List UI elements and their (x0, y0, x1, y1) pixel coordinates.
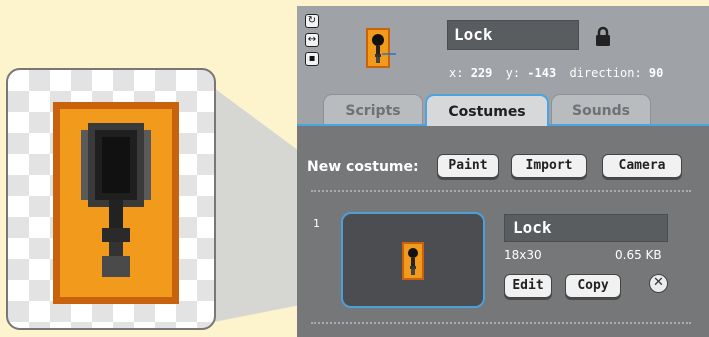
new-costume-label: New costume: (307, 159, 419, 175)
editor-tabs: Scripts Costumes Sounds (297, 94, 709, 126)
y-value: -143 (527, 66, 557, 80)
lock-costume-image (402, 242, 424, 280)
sprite-name-field[interactable]: Lock (447, 20, 579, 50)
sprite-coordinates: x: 229 y: -143 direction: 90 (449, 66, 669, 80)
costume-number: 1 (313, 217, 320, 230)
delete-icon[interactable]: ✕ (649, 274, 668, 293)
import-button[interactable]: Import (511, 154, 587, 178)
sprite-thumbnail[interactable] (366, 28, 396, 76)
flip-icon[interactable]: ↔ (305, 33, 319, 47)
paint-button[interactable]: Paint (437, 154, 499, 178)
costume-dimensions: 18x30 (504, 248, 542, 262)
tab-sounds[interactable]: Sounds (551, 94, 651, 126)
lock-icon[interactable] (595, 26, 611, 48)
sprite-header: ↻ ↔ ▪ Lock x: 229 y: -143 direction: 90 (297, 6, 709, 98)
camera-button[interactable]: Camera (602, 154, 682, 178)
tab-scripts[interactable]: Scripts (323, 94, 423, 126)
direction-value: 90 (648, 66, 664, 80)
tab-costumes[interactable]: Costumes (425, 94, 549, 126)
divider (311, 322, 691, 324)
zoomed-sprite-view (6, 68, 216, 330)
costume-name-field[interactable]: Lock (504, 214, 668, 242)
divider (311, 190, 691, 192)
y-label: y: (505, 66, 521, 80)
x-label: x: (449, 66, 464, 80)
lock-sprite-zoomed (53, 102, 179, 304)
sprite-panel: ↻ ↔ ▪ Lock x: 229 y: -143 direction: 90 … (297, 6, 709, 337)
rotate-icon[interactable]: ↻ (305, 14, 319, 28)
copy-button[interactable]: Copy (565, 274, 621, 298)
costumes-pane: New costume: Paint Import Camera 1 Lock … (297, 124, 709, 337)
x-value: 229 (470, 66, 493, 80)
direction-label: direction: (569, 66, 642, 80)
edit-button[interactable]: Edit (504, 274, 552, 298)
no-rotate-icon[interactable]: ▪ (305, 52, 319, 66)
costume-filesize: 0.65 KB (615, 248, 662, 262)
costume-thumbnail[interactable] (341, 212, 485, 308)
